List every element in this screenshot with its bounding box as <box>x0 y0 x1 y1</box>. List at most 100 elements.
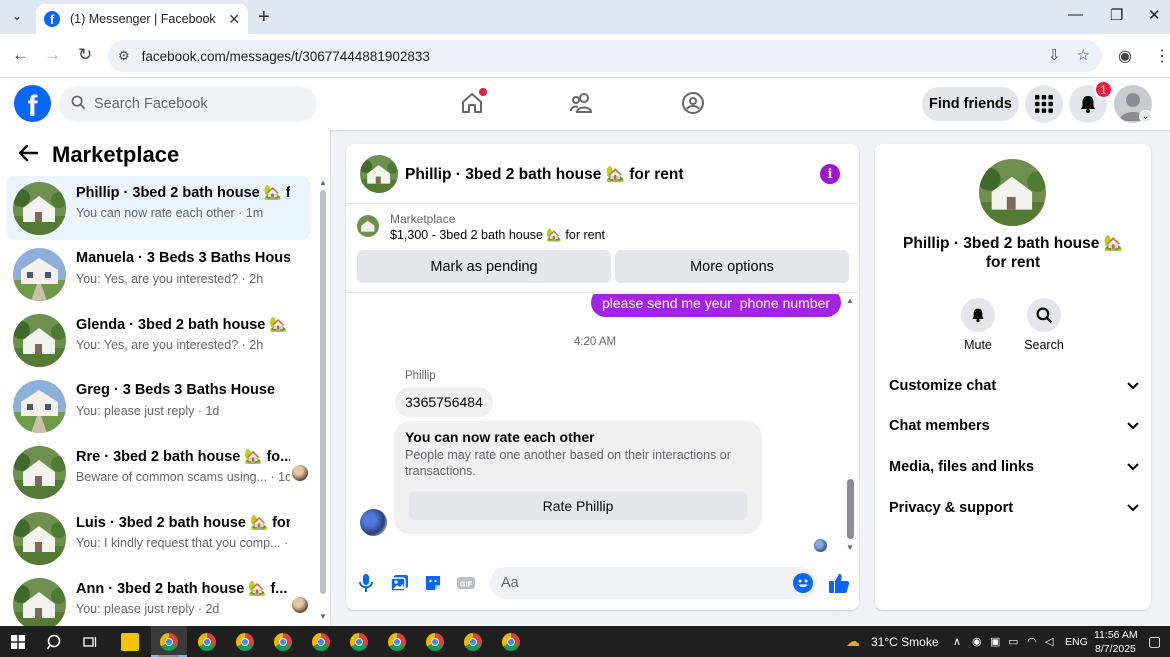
conversation-item-manuela[interactable]: Manuela · 3 Beds 3 Baths House You: Yes,… <box>6 242 310 306</box>
tray-display-icon[interactable]: ▣ <box>990 635 1000 648</box>
mute-action[interactable]: Mute <box>943 298 1013 352</box>
tray-camera-icon[interactable]: ◉ <box>972 635 982 648</box>
facebook-search[interactable] <box>59 86 317 122</box>
details-listing-avatar[interactable] <box>979 159 1046 226</box>
privacy-support-row[interactable]: Privacy & support <box>889 493 1139 523</box>
chrome-taskbar-icon[interactable] <box>424 631 446 653</box>
browser-tab[interactable]: f (1) Messenger | Facebook ✕ <box>36 4 248 34</box>
friends-icon[interactable] <box>569 90 595 116</box>
back-arrow-icon[interactable] <box>18 142 39 168</box>
bookmark-star-icon[interactable]: ☆ <box>1077 46 1090 64</box>
restore-icon[interactable]: ❐ <box>1110 6 1123 24</box>
search-action[interactable]: Search <box>1009 298 1079 352</box>
weather-icon[interactable]: ☁ <box>846 633 860 650</box>
account-chevron-down-icon[interactable]: ⌄ <box>1139 110 1152 123</box>
listing-thumbnail <box>13 314 66 367</box>
chrome-icon <box>160 633 178 651</box>
clock-time[interactable]: 11:56 AM <box>1094 629 1138 641</box>
rate-each-other-card: You can now rate each other People may r… <box>394 421 762 534</box>
taskbar-app-yellow-icon[interactable] <box>119 631 141 653</box>
taskbar-search-icon[interactable] <box>44 631 66 653</box>
site-info-icon[interactable]: ⚙ <box>118 48 130 64</box>
new-tab-icon[interactable]: + <box>258 6 270 29</box>
conversation-snippet: You: please just reply · 1d <box>76 404 220 418</box>
facebook-favicon-icon: f <box>44 11 60 27</box>
chrome-taskbar-icon[interactable] <box>196 631 218 653</box>
chrome-icon <box>502 633 520 651</box>
tray-chevron-up-icon[interactable]: ∧ <box>953 635 961 648</box>
chrome-taskbar-icon[interactable] <box>348 631 370 653</box>
url-text[interactable]: facebook.com/messages/t/3067744488190283… <box>142 49 430 64</box>
chat-scrollbar-thumb[interactable] <box>847 479 854 539</box>
sticker-icon[interactable] <box>422 572 444 594</box>
chat-members-row[interactable]: Chat members <box>889 411 1139 441</box>
tab-close-icon[interactable]: ✕ <box>228 11 240 28</box>
photo-icon[interactable] <box>389 572 411 594</box>
sender-avatar[interactable] <box>360 509 387 536</box>
conversation-item-greg[interactable]: Greg · 3 Beds 3 Baths House You: please … <box>6 374 310 438</box>
profile-icon[interactable]: ◉ <box>1118 46 1132 66</box>
clock-date[interactable]: 8/7/2025 <box>1095 643 1136 655</box>
scroll-up-arrow-icon[interactable]: ▲ <box>319 178 327 187</box>
minimize-icon[interactable]: — <box>1068 6 1083 23</box>
message-input[interactable] <box>490 567 817 599</box>
battery-icon[interactable]: ▭ <box>1008 635 1018 648</box>
search-icon[interactable] <box>1027 298 1061 332</box>
rate-phillip-button[interactable]: Rate Phillip <box>409 491 747 520</box>
notifications-bell-icon[interactable]: 1 <box>1069 80 1113 123</box>
tab-search-dropdown-icon[interactable]: ⌄ <box>6 5 28 27</box>
marketplace-label: Marketplace <box>390 212 456 226</box>
sidebar-scrollbar-thumb[interactable] <box>320 190 326 594</box>
conversation-item-glenda[interactable]: Glenda · 3bed 2 bath house 🏡 f... You: Y… <box>6 308 310 372</box>
chrome-taskbar-icon[interactable] <box>310 631 332 653</box>
chrome-taskbar-icon[interactable] <box>500 631 522 653</box>
task-view-icon[interactable] <box>80 631 102 653</box>
scroll-down-arrow-icon[interactable]: ▼ <box>319 612 327 621</box>
reload-icon[interactable]: ↻ <box>78 45 92 65</box>
browser-menu-icon[interactable]: ⋮ <box>1154 46 1170 66</box>
chrome-taskbar-icon[interactable] <box>386 631 408 653</box>
facebook-logo-icon[interactable]: f <box>14 85 51 122</box>
conversation-item-phillip[interactable]: Phillip · 3bed 2 bath house 🏡 f... You c… <box>6 176 310 240</box>
info-icon[interactable]: i <box>820 164 840 184</box>
chat-listing-avatar[interactable] <box>360 155 398 193</box>
menu-grid-icon[interactable] <box>1025 85 1063 123</box>
microphone-icon[interactable] <box>355 572 377 594</box>
customize-chat-row[interactable]: Customize chat <box>889 371 1139 401</box>
search-input[interactable] <box>94 96 294 112</box>
mark-as-pending-button[interactable]: Mark as pending <box>357 250 611 283</box>
volume-icon[interactable]: ◁ <box>1045 635 1053 648</box>
chrome-taskbar-icon[interactable] <box>158 631 180 653</box>
gif-icon[interactable]: GIF <box>455 572 477 594</box>
weather-text[interactable]: 31°C Smoke <box>871 635 939 649</box>
chrome-taskbar-icon[interactable] <box>462 631 484 653</box>
windows-start-icon[interactable] <box>7 631 29 653</box>
chrome-taskbar-icon[interactable] <box>272 631 294 653</box>
conversation-item-ann[interactable]: Ann · 3bed 2 bath house 🏡 f... You: plea… <box>6 572 310 626</box>
incoming-message-bubble: 3365756484 <box>395 387 493 417</box>
conversation-item-rre[interactable]: Rre · 3bed 2 bath house 🏡 fo... Beware o… <box>6 440 310 504</box>
wifi-icon[interactable]: ◠ <box>1027 635 1037 648</box>
media-files-links-row[interactable]: Media, files and links <box>889 452 1139 482</box>
home-icon[interactable] <box>459 88 487 116</box>
more-options-button[interactable]: More options <box>615 250 849 283</box>
back-icon[interactable]: ← <box>12 45 29 65</box>
conversation-title: Rre · 3bed 2 bath house 🏡 fo... <box>76 449 290 465</box>
forward-icon[interactable]: → <box>44 45 61 65</box>
omnibox[interactable]: ⚙ facebook.com/messages/t/30677444881902… <box>108 40 1102 72</box>
emoji-icon[interactable] <box>793 573 813 593</box>
chat-scroll-down-icon[interactable]: ▼ <box>846 543 854 552</box>
find-friends-button[interactable]: Find friends <box>922 87 1019 121</box>
chrome-taskbar-icon[interactable] <box>234 631 256 653</box>
close-window-icon[interactable]: ✕ <box>1148 6 1161 24</box>
thumbs-up-icon[interactable] <box>828 572 850 594</box>
conversation-item-luis[interactable]: Luis · 3bed 2 bath house 🏡 for ... You: … <box>6 506 310 570</box>
install-app-icon[interactable]: ⇩ <box>1048 46 1061 64</box>
groups-icon[interactable] <box>680 90 706 116</box>
listing-price-title[interactable]: $1,300 - 3bed 2 bath house 🏡 for rent <box>390 228 605 243</box>
chat-title[interactable]: Phillip · 3bed 2 bath house 🏡 for rent <box>405 165 684 184</box>
mute-bell-icon[interactable] <box>961 298 995 332</box>
language-indicator[interactable]: ENG <box>1065 636 1088 648</box>
notification-center-icon[interactable]: ▢ <box>1148 633 1161 650</box>
chat-scroll-up-icon[interactable]: ▲ <box>846 296 854 305</box>
